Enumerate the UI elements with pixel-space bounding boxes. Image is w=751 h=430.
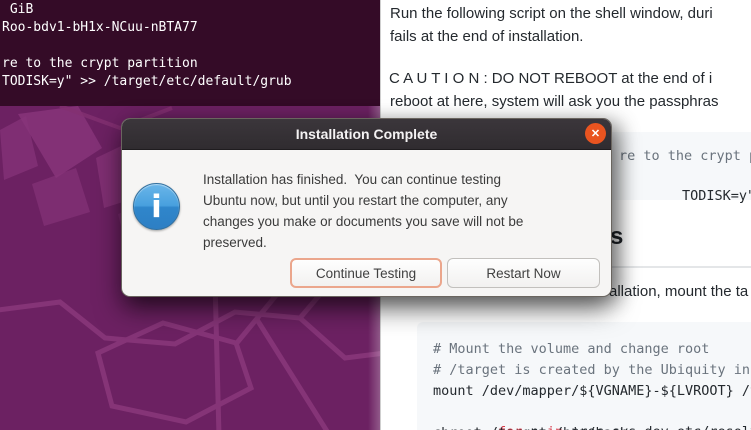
dialog-message-line: changes you make or documents you save w… [203, 214, 523, 229]
terminal-line: Roo-bdv1-bH1x-NCuu-nBTA77 [2, 19, 292, 37]
installation-complete-dialog: Installation Complete ✕ i Installation h… [121, 118, 612, 297]
code-line: TODISK=y" >> /targe [617, 166, 751, 226]
dialog-message-line: Ubuntu now, but until you restart the co… [203, 193, 508, 208]
screenshot-root: GiB Roo-bdv1-bH1x-NCuu-nBTA77 re to the … [0, 0, 751, 430]
doc-caution-line: C A U T I O N : DO NOT REBOOT at the end… [389, 70, 712, 87]
terminal-line: re to the crypt partition [2, 55, 292, 73]
restart-now-button[interactable]: Restart Now [447, 258, 600, 288]
code-comment: # Mount the volume and change root [433, 339, 709, 359]
code-line: mount /dev/mapper/${VGNAME}-${LVROOT} /t… [433, 381, 751, 401]
terminal-line [2, 37, 292, 55]
code-line: chroot /target /bin/bash [433, 423, 628, 430]
dialog-message-line: Installation has finished. You can conti… [203, 172, 501, 187]
terminal-line: TODISK=y" >> /target/etc/default/grub [2, 73, 292, 91]
dialog-message-line: preserved. [203, 235, 267, 250]
code-block-chroot: # Mount the volume and change root # /ta… [417, 322, 751, 430]
close-icon[interactable]: ✕ [585, 123, 606, 144]
doc-paragraph-line: Run the following script on the shell wi… [390, 5, 713, 22]
info-icon: i [133, 183, 180, 230]
doc-paragraph-fragment: allation, mount the ta [609, 283, 748, 300]
terminal-output: GiB Roo-bdv1-bH1x-NCuu-nBTA77 re to the … [2, 1, 292, 91]
terminal-window[interactable]: GiB Roo-bdv1-bH1x-NCuu-nBTA77 re to the … [0, 0, 380, 106]
code-comment: # /target is created by the Ubiquity ins… [433, 360, 751, 380]
doc-paragraph-line: fails at the end of installation. [390, 28, 583, 45]
code-text: TODISK=y" [682, 188, 751, 204]
dialog-title: Installation Complete [296, 126, 438, 142]
code-line: re to the crypt pa [619, 146, 751, 166]
section-heading-fragment: s [610, 223, 623, 251]
terminal-line: GiB [2, 1, 292, 19]
continue-testing-button[interactable]: Continue Testing [290, 258, 442, 288]
dialog-body: i Installation has finished. You can con… [122, 150, 611, 297]
dialog-titlebar[interactable]: Installation Complete ✕ [122, 119, 611, 150]
doc-caution-line: reboot at here, system will ask you the … [390, 93, 719, 110]
